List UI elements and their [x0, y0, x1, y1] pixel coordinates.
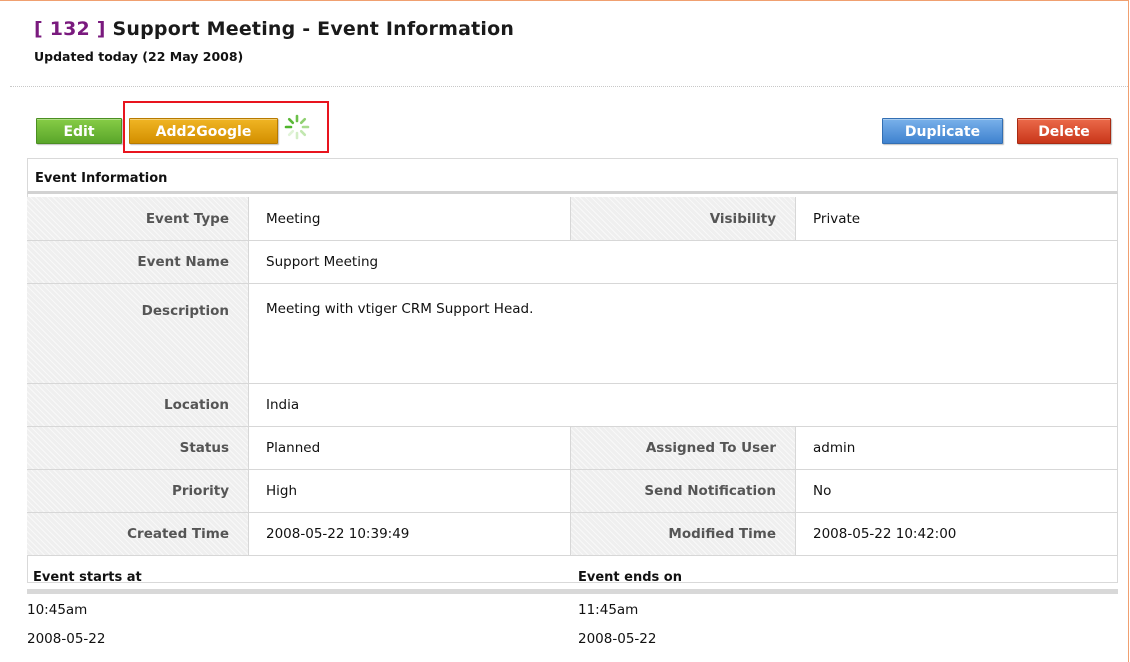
status-label: Status	[27, 427, 249, 470]
event-type-label: Event Type	[27, 197, 249, 241]
location-label: Location	[27, 384, 249, 427]
end-time: 11:45am	[578, 602, 639, 618]
description-value: Meeting with vtiger CRM Support Head.	[249, 284, 1118, 384]
event-name-value: Support Meeting	[249, 241, 1118, 284]
start-date: 2008-05-22	[27, 631, 106, 647]
notification-label: Send Notification	[571, 470, 796, 513]
row-priority: Priority High Send Notification No	[27, 470, 1118, 513]
row-event-type: Event Type Meeting Visibility Private	[27, 197, 1118, 241]
page-title-text: Support Meeting - Event Information	[112, 18, 515, 40]
assigned-value: admin	[796, 427, 1118, 470]
end-label: Event ends on	[578, 570, 682, 585]
row-event-name: Event Name Support Meeting	[27, 241, 1118, 284]
event-name-label: Event Name	[27, 241, 249, 284]
record-id: [ 132 ]	[34, 18, 106, 40]
row-location: Location India	[27, 384, 1118, 427]
modified-label: Modified Time	[571, 513, 796, 556]
row-status: Status Planned Assigned To User admin	[27, 427, 1118, 470]
created-label: Created Time	[27, 513, 249, 556]
delete-button[interactable]: Delete	[1017, 118, 1111, 144]
modified-value: 2008-05-22 10:42:00	[796, 513, 1118, 556]
location-value: India	[249, 384, 1118, 427]
row-description: Description Meeting with vtiger CRM Supp…	[27, 284, 1118, 384]
priority-label: Priority	[27, 470, 249, 513]
section-title: Event Information	[27, 158, 1118, 194]
visibility-label: Visibility	[571, 197, 796, 241]
row-created: Created Time 2008-05-22 10:39:49 Modifie…	[27, 513, 1118, 556]
end-date: 2008-05-22	[578, 631, 657, 647]
start-time: 10:45am	[27, 602, 88, 618]
page-title: [ 132 ] Support Meeting - Event Informat…	[34, 18, 514, 40]
visibility-value: Private	[796, 197, 1118, 241]
start-label: Event starts at	[33, 570, 142, 585]
status-value: Planned	[249, 427, 571, 470]
assigned-label: Assigned To User	[571, 427, 796, 470]
edit-button[interactable]: Edit	[36, 118, 122, 144]
updated-text: Updated today (22 May 2008)	[34, 49, 244, 64]
notification-value: No	[796, 470, 1118, 513]
times-divider	[27, 589, 1118, 594]
event-type-value: Meeting	[249, 197, 571, 241]
priority-value: High	[249, 470, 571, 513]
header-divider	[10, 86, 1128, 87]
loading-spinner-icon	[284, 114, 310, 140]
description-label: Description	[27, 284, 249, 384]
duplicate-button[interactable]: Duplicate	[882, 118, 1003, 144]
created-value: 2008-05-22 10:39:49	[249, 513, 571, 556]
